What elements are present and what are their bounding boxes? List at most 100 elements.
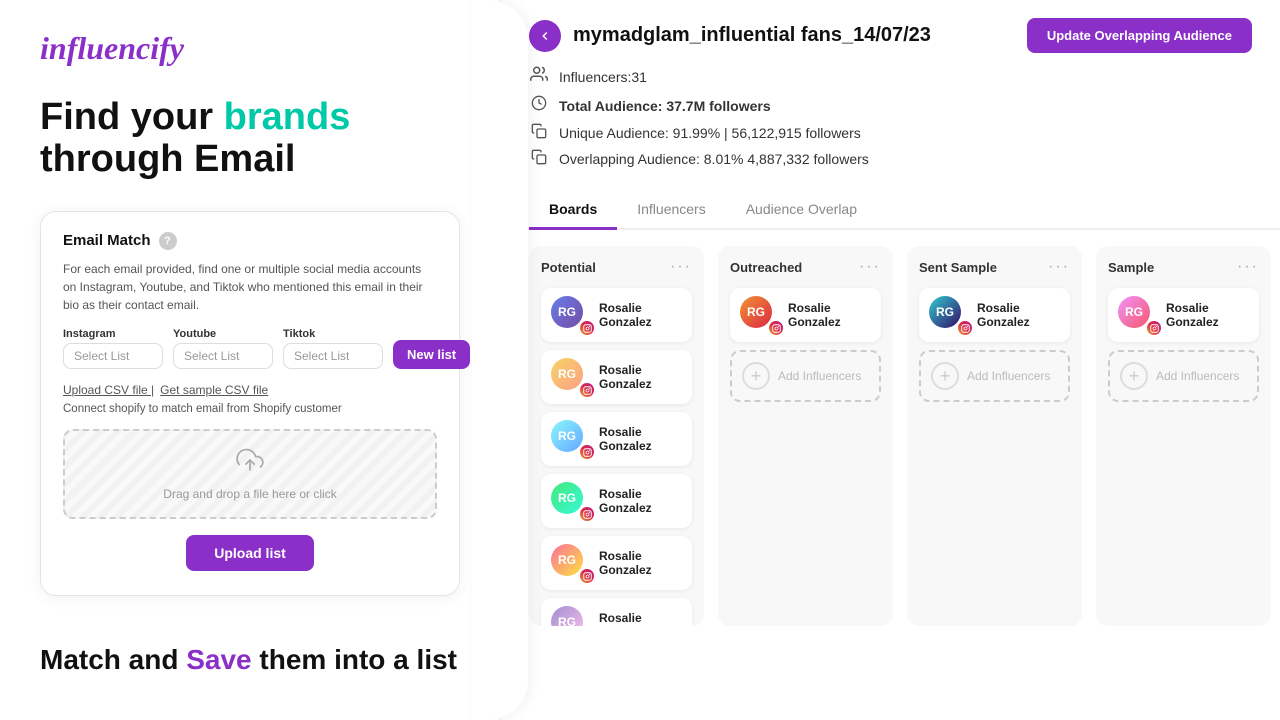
influencer-name: RosalieGonzalez [599,425,652,454]
clock-icon [529,95,549,116]
instagram-select[interactable]: Select List [63,343,163,369]
avatar: RG [551,482,583,514]
instagram-label: Instagram [63,328,163,340]
unique-label: Unique Audience: [559,125,669,141]
new-list-button[interactable]: New list [393,340,470,369]
avatar-stack: RG [1118,296,1158,334]
headline-accent: brands [224,96,351,138]
total-audience-value: 37.7M followers [666,98,770,114]
upload-list-button[interactable]: Upload list [186,535,314,571]
influencer-name: RosalieGonzalez [599,487,652,516]
add-influencers-label: Add Influencers [1156,369,1239,383]
upload-zone-text: Drag and drop a file here or click [163,487,336,501]
tiktok-select[interactable]: Select List [283,343,383,369]
board-outreached-title: Outreached [730,260,802,275]
board-sent-sample-menu[interactable]: ··· [1048,258,1070,276]
bottom-part1: Match and [40,644,186,675]
avatar: RG [1118,296,1150,328]
influencer-name: RosalieGonzalez [788,301,841,330]
add-circle-icon: + [1120,362,1148,390]
shopify-text: Connect shopify to match email from Shop… [63,403,437,415]
total-audience-stat: Total Audience: 37.7M followers [529,95,1252,116]
instagram-platform-badge [768,320,784,336]
headline: Find your brands through Email [40,97,460,181]
header-left: mymadglam_influential fans_14/07/23 [529,20,931,52]
tab-audience-overlap[interactable]: Audience Overlap [726,193,877,230]
instagram-platform-badge [579,320,595,336]
influencer-name: RosalieGonzalez [599,363,652,392]
copy-icon-unique[interactable] [529,123,549,142]
board-outreached-menu[interactable]: ··· [859,258,881,276]
overlapping-text: Overlapping Audience: 8.01% 4,887,332 fo… [559,151,869,167]
influencers-label: Influencers: [559,69,631,85]
board-sample-header: Sample ··· [1108,258,1259,276]
add-influencer-card[interactable]: + Add Influencers [919,350,1070,402]
upload-zone[interactable]: Drag and drop a file here or click [63,429,437,519]
instagram-platform-badge [579,568,595,584]
list-item: RG RosalieGonzalez [541,412,692,466]
campaign-title: mymadglam_influential fans_14/07/23 [573,24,931,47]
update-audience-button[interactable]: Update Overlapping Audience [1027,18,1252,53]
tab-influencers[interactable]: Influencers [617,193,725,230]
unique-audience-text: Unique Audience: 91.99% | 56,122,915 fol… [559,125,861,141]
avatar: RG [551,296,583,328]
avatar: RG [551,606,583,626]
influencers-text: Influencers:31 [559,69,647,85]
tab-boards[interactable]: Boards [529,193,617,230]
add-influencer-card[interactable]: + Add Influencers [1108,350,1259,402]
total-audience-label: Total Audience: [559,98,662,114]
influencer-name: RosalieGonzalez [599,301,652,330]
avatar: RG [551,358,583,390]
card-title: Email Match [63,232,151,249]
avatar: RG [551,420,583,452]
overlapping-value: 8.01% 4,887,332 followers [704,151,869,167]
avatar: RG [551,544,583,576]
select-row: Instagram Select List Youtube Select Lis… [63,328,437,369]
unique-audience-stat: Unique Audience: 91.99% | 56,122,915 fol… [529,123,1252,142]
influencers-count: 31 [631,69,647,85]
board-sample-menu[interactable]: ··· [1237,258,1259,276]
youtube-select[interactable]: Select List [173,343,273,369]
avatar-stack: RG [740,296,780,334]
add-circle-icon: + [931,362,959,390]
left-panel: influencify Find your brands through Ema… [0,0,500,720]
list-item: RG RosalieGonzalez [1108,288,1259,342]
influencer-name: RosalieGonzalez [1166,301,1219,330]
copy-icon-overlap[interactable] [529,149,549,168]
headline-part2: through Email [40,138,295,180]
right-header: mymadglam_influential fans_14/07/23 Upda… [501,0,1280,53]
board-potential-menu[interactable]: ··· [670,258,692,276]
upload-csv-link[interactable]: Upload CSV file | [63,383,154,397]
avatar: RG [740,296,772,328]
headline-part1: Find your [40,96,224,138]
board-outreached-header: Outreached ··· [730,258,881,276]
back-button[interactable] [529,20,561,52]
list-item: RG RosalieGonzalez [541,474,692,528]
instagram-platform-badge [1146,320,1162,336]
upload-icon [236,446,264,481]
avatar-stack: RG [551,606,591,626]
right-panel: mymadglam_influential fans_14/07/23 Upda… [500,0,1280,720]
board-sent-sample-title: Sent Sample [919,260,997,275]
help-icon[interactable]: ? [159,232,177,250]
avatar-stack: RG [551,482,591,520]
sample-csv-link[interactable]: Get sample CSV file [160,383,268,397]
email-match-card: Email Match ? For each email provided, f… [40,211,460,596]
tiktok-group: Tiktok Select List [283,328,383,369]
card-description: For each email provided, find one or mul… [63,260,437,314]
influencers-stat: Influencers:31 [529,65,1252,88]
avatar-stack: RG [551,544,591,582]
logo: influencify [40,30,460,67]
add-influencer-card[interactable]: + Add Influencers [730,350,881,402]
list-item: RG RosalieGonzalez [541,536,692,590]
board-sample: Sample ··· RG RosalieGonzalez + Add Infl… [1096,246,1271,626]
avatar-stack: RG [929,296,969,334]
instagram-platform-badge [579,444,595,460]
tiktok-label: Tiktok [283,328,383,340]
list-item: RG RosalieGonzalez [541,350,692,404]
avatar: RG [929,296,961,328]
influencers-icon [529,65,549,88]
list-item: RG RosalieGonzalez [919,288,1070,342]
board-sent-sample-header: Sent Sample ··· [919,258,1070,276]
bottom-part2: them into a list [252,644,457,675]
